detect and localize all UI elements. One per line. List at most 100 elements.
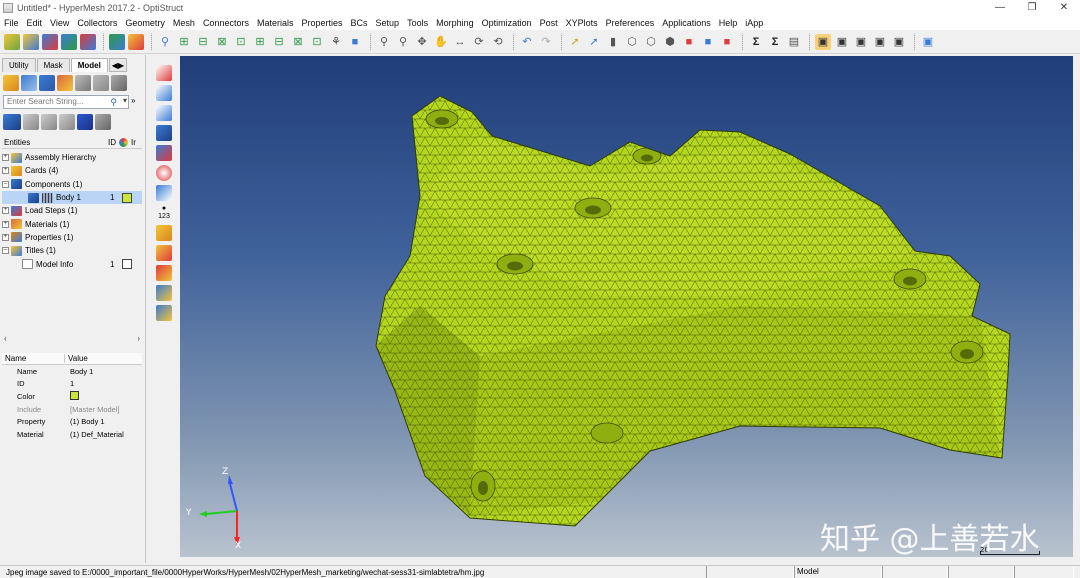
tab-model[interactable]: Model [70,58,108,72]
save-icon[interactable] [42,33,58,50]
prop-row-include[interactable]: Include [Master Model] [2,403,142,416]
prop-row-color[interactable]: Color [2,390,142,403]
by-comp-icon[interactable]: ▣ [815,33,831,50]
menu-morphing[interactable]: Morphing [436,18,474,28]
color-swatch[interactable] [122,192,132,203]
restore-icon[interactable]: ❐ [1016,0,1048,15]
menu-connectors[interactable]: Connectors [203,18,249,28]
entities-column[interactable]: Entities [2,138,102,147]
view-normal-icon[interactable] [156,65,172,81]
wireframe-icon[interactable]: ⬡ [643,34,659,50]
spin-icon[interactable]: ⟲ [490,34,506,50]
menu-optimization[interactable]: Optimization [482,18,532,28]
by-config-icon[interactable]: ▣ [891,34,907,50]
expand-icon[interactable]: + [2,233,9,241]
prop-row-property[interactable]: Property (1) Body 1 [2,415,142,428]
label-icon[interactable] [156,225,172,241]
property-view-icon[interactable] [57,75,73,91]
color-column-icon[interactable] [119,138,128,147]
expand-icon[interactable]: + [2,207,9,215]
tree-row-materials[interactable]: + Materials (1) [2,217,142,230]
rotate-icon[interactable]: ⟳ [471,34,487,50]
tree-row-properties[interactable]: + Properties (1) [2,231,142,244]
prop-row-name[interactable]: Name Body 1 [2,365,142,378]
tree-row-body[interactable]: Body 1 1 [2,190,142,205]
prop-value[interactable]: (1) Def_Material [67,430,124,439]
hide-icon[interactable] [41,114,57,130]
measure-icon[interactable]: ➚ [567,34,583,50]
loadstep-view-icon[interactable] [75,75,91,91]
import-geometry-icon[interactable] [61,33,77,50]
include-column[interactable]: Ir [131,138,136,147]
part-view-icon[interactable] [111,75,127,91]
prop-row-id[interactable]: ID 1 [2,378,142,391]
show-icon[interactable] [23,114,39,130]
minimize-icon[interactable]: — [984,0,1016,15]
displacement-icon[interactable] [156,285,172,301]
prop-value[interactable]: (1) Body 1 [67,417,105,426]
shading-icon[interactable] [156,165,172,181]
expand-icon[interactable]: + [2,167,9,175]
transparency-icon[interactable] [156,185,172,201]
view-top-icon[interactable]: ⊞ [176,34,192,50]
scroll-left-icon[interactable]: ‹ [4,334,7,343]
menu-setup[interactable]: Setup [376,18,400,28]
view-bottom-icon[interactable]: ⊟ [195,34,211,50]
menu-preferences[interactable]: Preferences [606,18,655,28]
view-dynamic-icon[interactable]: ⚘ [328,34,344,50]
collapse-icon[interactable]: – [2,247,9,255]
by-assem-icon[interactable]: ▣ [872,34,888,50]
menu-edit[interactable]: Edit [27,18,43,28]
pan-icon[interactable]: ✥ [414,34,430,50]
section-cut-icon[interactable] [156,305,172,321]
tree-row-modelinfo[interactable]: Model Info 1 [2,257,142,270]
include-view-icon[interactable] [93,75,109,91]
fit-icon[interactable]: ↔ [452,34,468,50]
tree-row-components[interactable]: – Components (1) [2,178,142,191]
mesh-lines-icon[interactable]: ■ [719,34,735,50]
tree-row-titles[interactable]: – Titles (1) [2,244,142,257]
menu-mesh[interactable]: Mesh [173,18,195,28]
collapse-icon[interactable]: – [2,180,9,188]
view-feature-icon[interactable] [156,105,172,121]
zoom-window-icon[interactable]: ⚲ [157,34,173,50]
abc-label-icon[interactable] [156,245,172,261]
menu-xyplots[interactable]: XYPlots [566,18,598,28]
hand-icon[interactable]: ✋ [433,34,449,50]
menu-properties[interactable]: Properties [301,18,342,28]
by-prop-icon[interactable]: ▣ [834,34,850,50]
summary-sum2-icon[interactable]: Σ [767,34,783,50]
view-left-icon[interactable]: ⊠ [214,34,230,50]
component-color-icon[interactable] [128,33,144,50]
assembly-view-icon[interactable] [21,75,37,91]
prop-value[interactable]: [Master Model] [67,405,120,414]
tree-row-cards[interactable]: + Cards (4) [2,164,142,177]
tab-utility[interactable]: Utility [2,58,36,72]
menu-file[interactable]: File [4,18,19,28]
id-column[interactable]: ID [108,138,116,147]
notes-icon[interactable]: ▤ [786,34,802,50]
elements-icon[interactable]: ■ [700,34,716,50]
prop-row-material[interactable]: Material (1) Def_Material [2,428,142,441]
abc-label-2-icon[interactable] [156,265,172,281]
expand-icon[interactable]: + [2,154,9,162]
prop-value[interactable]: 1 [67,379,74,388]
menu-applications[interactable]: Applications [662,18,711,28]
blue-cube-icon[interactable] [77,114,93,130]
expand-icon[interactable]: + [2,220,9,228]
close-icon[interactable]: ✕ [1048,0,1080,15]
search-options-icon[interactable]: » [131,96,135,105]
color-swatch[interactable] [70,390,79,400]
import-icon[interactable] [23,33,39,50]
view-back-icon[interactable]: ⊟ [271,34,287,50]
isolate-icon[interactable] [59,114,75,130]
menu-iapp[interactable]: iApp [745,18,763,28]
redo-icon[interactable]: ↷ [538,34,554,50]
material-view-icon[interactable] [39,75,55,91]
browser-scrollbar[interactable]: ‹ › [2,334,142,344]
tab-scroll-arrows[interactable]: ◀▶ [108,58,128,72]
view-right-icon[interactable]: ⊡ [233,34,249,50]
prop-value[interactable] [67,390,79,402]
menu-collectors[interactable]: Collectors [77,18,117,28]
menu-view[interactable]: View [50,18,69,28]
